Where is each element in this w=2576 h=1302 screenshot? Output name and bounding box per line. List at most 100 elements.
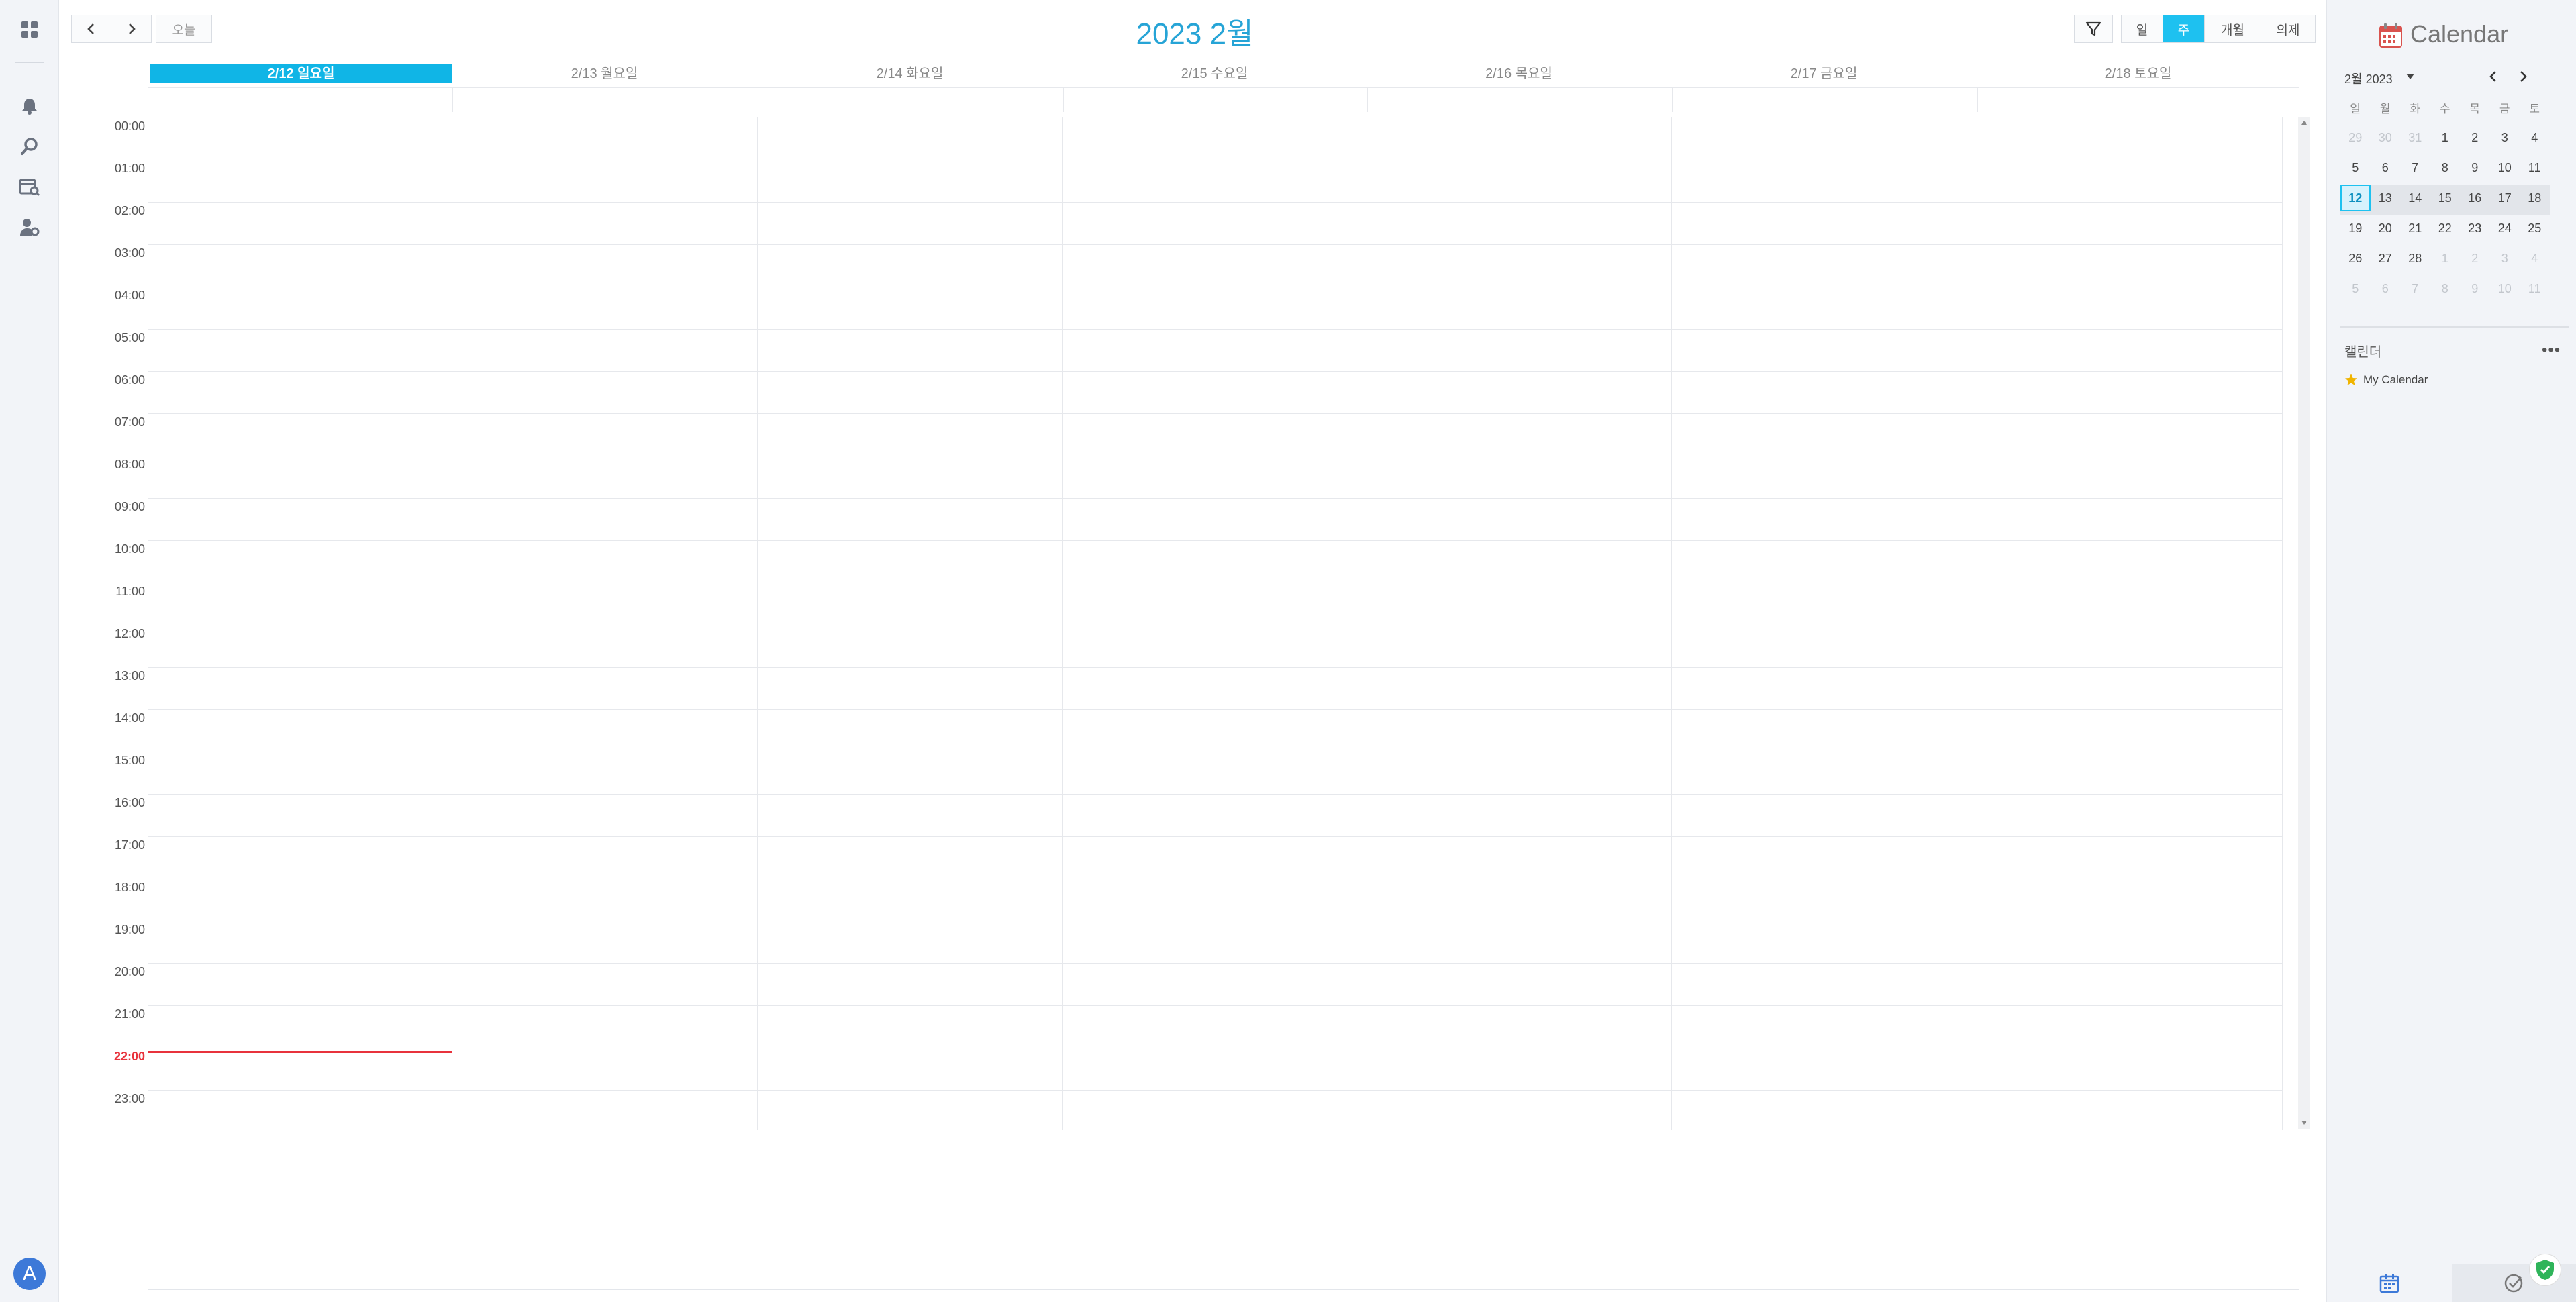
next-week-button[interactable] [111, 15, 152, 43]
week-time-grid[interactable] [148, 117, 2283, 1130]
bell-icon[interactable] [17, 94, 42, 118]
mini-week-row: 12 13 14 15 16 17 18 [2340, 185, 2550, 215]
view-week-button[interactable]: 주 [2163, 15, 2205, 42]
page-title: 2023 2월 [1136, 17, 1254, 50]
hour-label: 21:00 [114, 1007, 145, 1021]
mini-day[interactable]: 1 [2430, 124, 2461, 151]
mini-day[interactable]: 24 [2490, 215, 2520, 242]
mini-day[interactable]: 8 [2430, 275, 2461, 302]
day-header[interactable]: 2/16 목요일 [1367, 64, 1671, 83]
filter-button[interactable] [2074, 15, 2113, 43]
mini-day[interactable]: 21 [2400, 215, 2430, 242]
mini-day[interactable]: 5 [2340, 275, 2371, 302]
month-dropdown-icon[interactable] [2406, 74, 2414, 79]
app-title: Calendar [2410, 20, 2509, 48]
day-header[interactable]: 2/14 화요일 [757, 64, 1062, 83]
panel-divider [2340, 326, 2569, 328]
hour-label: 15:00 [114, 754, 145, 767]
mini-day[interactable]: 23 [2460, 215, 2490, 242]
tab-calendar[interactable] [2327, 1264, 2452, 1302]
calendar-item-my-calendar[interactable]: My Calendar [2344, 373, 2428, 387]
hour-gridline [148, 709, 2283, 710]
mini-day[interactable]: 13 [2371, 185, 2401, 211]
hour-label: 13:00 [114, 669, 145, 683]
hour-label: 12:00 [114, 627, 145, 640]
mini-day[interactable]: 1 [2430, 245, 2461, 272]
mini-day[interactable]: 6 [2371, 154, 2401, 181]
mini-day[interactable]: 22 [2430, 215, 2461, 242]
view-agenda-button[interactable]: 의제 [2261, 15, 2315, 42]
view-switcher: 일 주 개월 의제 [2121, 15, 2316, 43]
mini-day[interactable]: 10 [2490, 275, 2520, 302]
mini-day[interactable]: 10 [2490, 154, 2520, 181]
mini-day[interactable]: 19 [2340, 215, 2371, 242]
dashboard-icon[interactable] [17, 17, 42, 42]
filter-icon [2085, 21, 2101, 36]
hour-gridline [148, 329, 2283, 330]
mini-day[interactable]: 25 [2520, 215, 2550, 242]
prev-week-button[interactable] [71, 15, 111, 43]
all-day-separator [1672, 88, 1673, 112]
day-header[interactable]: 2/17 금요일 [1671, 64, 1977, 83]
grid-scrollbar[interactable] [2298, 117, 2310, 1129]
mini-day[interactable]: 5 [2340, 154, 2371, 181]
day-column-line [2282, 117, 2283, 1130]
chevron-right-icon [128, 23, 136, 34]
mini-day[interactable]: 2 [2460, 245, 2490, 272]
mini-day[interactable]: 7 [2400, 154, 2430, 181]
calendar-search-icon[interactable] [17, 174, 42, 199]
mini-day[interactable]: 8 [2430, 154, 2461, 181]
mini-day[interactable]: 31 [2400, 124, 2430, 151]
all-day-row[interactable] [148, 87, 2299, 112]
mini-weekday: 월 [2379, 102, 2391, 115]
mini-day[interactable]: 16 [2460, 185, 2490, 211]
mini-day[interactable]: 4 [2520, 124, 2550, 151]
day-column-line [1671, 117, 1672, 1130]
mini-day[interactable]: 2 [2460, 124, 2490, 151]
mini-day[interactable]: 11 [2520, 154, 2550, 181]
mini-day[interactable]: 9 [2460, 154, 2490, 181]
mini-day[interactable]: 26 [2340, 245, 2371, 272]
security-shield-icon[interactable] [2529, 1254, 2561, 1286]
mini-day[interactable]: 3 [2490, 245, 2520, 272]
day-header[interactable]: 2/18 토요일 [1977, 64, 2299, 83]
mini-day-selected[interactable]: 12 [2340, 185, 2371, 211]
view-day-button[interactable]: 일 [2122, 15, 2163, 42]
day-header[interactable]: 2/15 수요일 [1062, 64, 1367, 83]
rail-divider [15, 62, 44, 63]
mini-day[interactable]: 7 [2400, 275, 2430, 302]
day-header[interactable]: 2/13 월요일 [452, 64, 757, 83]
today-button[interactable]: 오늘 [156, 15, 212, 43]
mini-day[interactable]: 17 [2490, 185, 2520, 211]
mini-weekday: 수 [2439, 102, 2450, 115]
hour-label: 09:00 [114, 500, 145, 513]
mini-day[interactable]: 18 [2520, 185, 2550, 211]
hour-label: 07:00 [114, 415, 145, 429]
mini-day[interactable]: 6 [2371, 275, 2401, 302]
calendar-icon [2379, 1274, 2399, 1293]
mini-day[interactable]: 28 [2400, 245, 2430, 272]
hour-label: 17:00 [114, 838, 145, 852]
day-column-line [1062, 117, 1063, 1130]
mini-day[interactable]: 20 [2371, 215, 2401, 242]
mini-month-label[interactable]: 2월 2023 [2344, 70, 2393, 87]
user-settings-icon[interactable] [17, 215, 42, 239]
mini-day[interactable]: 29 [2340, 124, 2371, 151]
mini-day[interactable]: 15 [2430, 185, 2461, 211]
mini-day[interactable]: 11 [2520, 275, 2550, 302]
avatar[interactable]: A [13, 1258, 46, 1290]
hour-gridline [148, 667, 2283, 668]
mini-prev-button[interactable] [2487, 67, 2500, 88]
mini-day[interactable]: 3 [2490, 124, 2520, 151]
calendar-app-icon [2379, 23, 2402, 48]
day-header[interactable]: 2/12 일요일 [150, 64, 452, 83]
mini-day[interactable]: 30 [2371, 124, 2401, 151]
more-options-icon[interactable]: ••• [2542, 341, 2561, 360]
mini-day[interactable]: 27 [2371, 245, 2401, 272]
mini-day[interactable]: 9 [2460, 275, 2490, 302]
view-month-button[interactable]: 개월 [2205, 15, 2261, 42]
search-icon[interactable] [17, 134, 42, 158]
mini-day[interactable]: 14 [2400, 185, 2430, 211]
mini-next-button[interactable] [2516, 67, 2530, 88]
mini-day[interactable]: 4 [2520, 245, 2550, 272]
